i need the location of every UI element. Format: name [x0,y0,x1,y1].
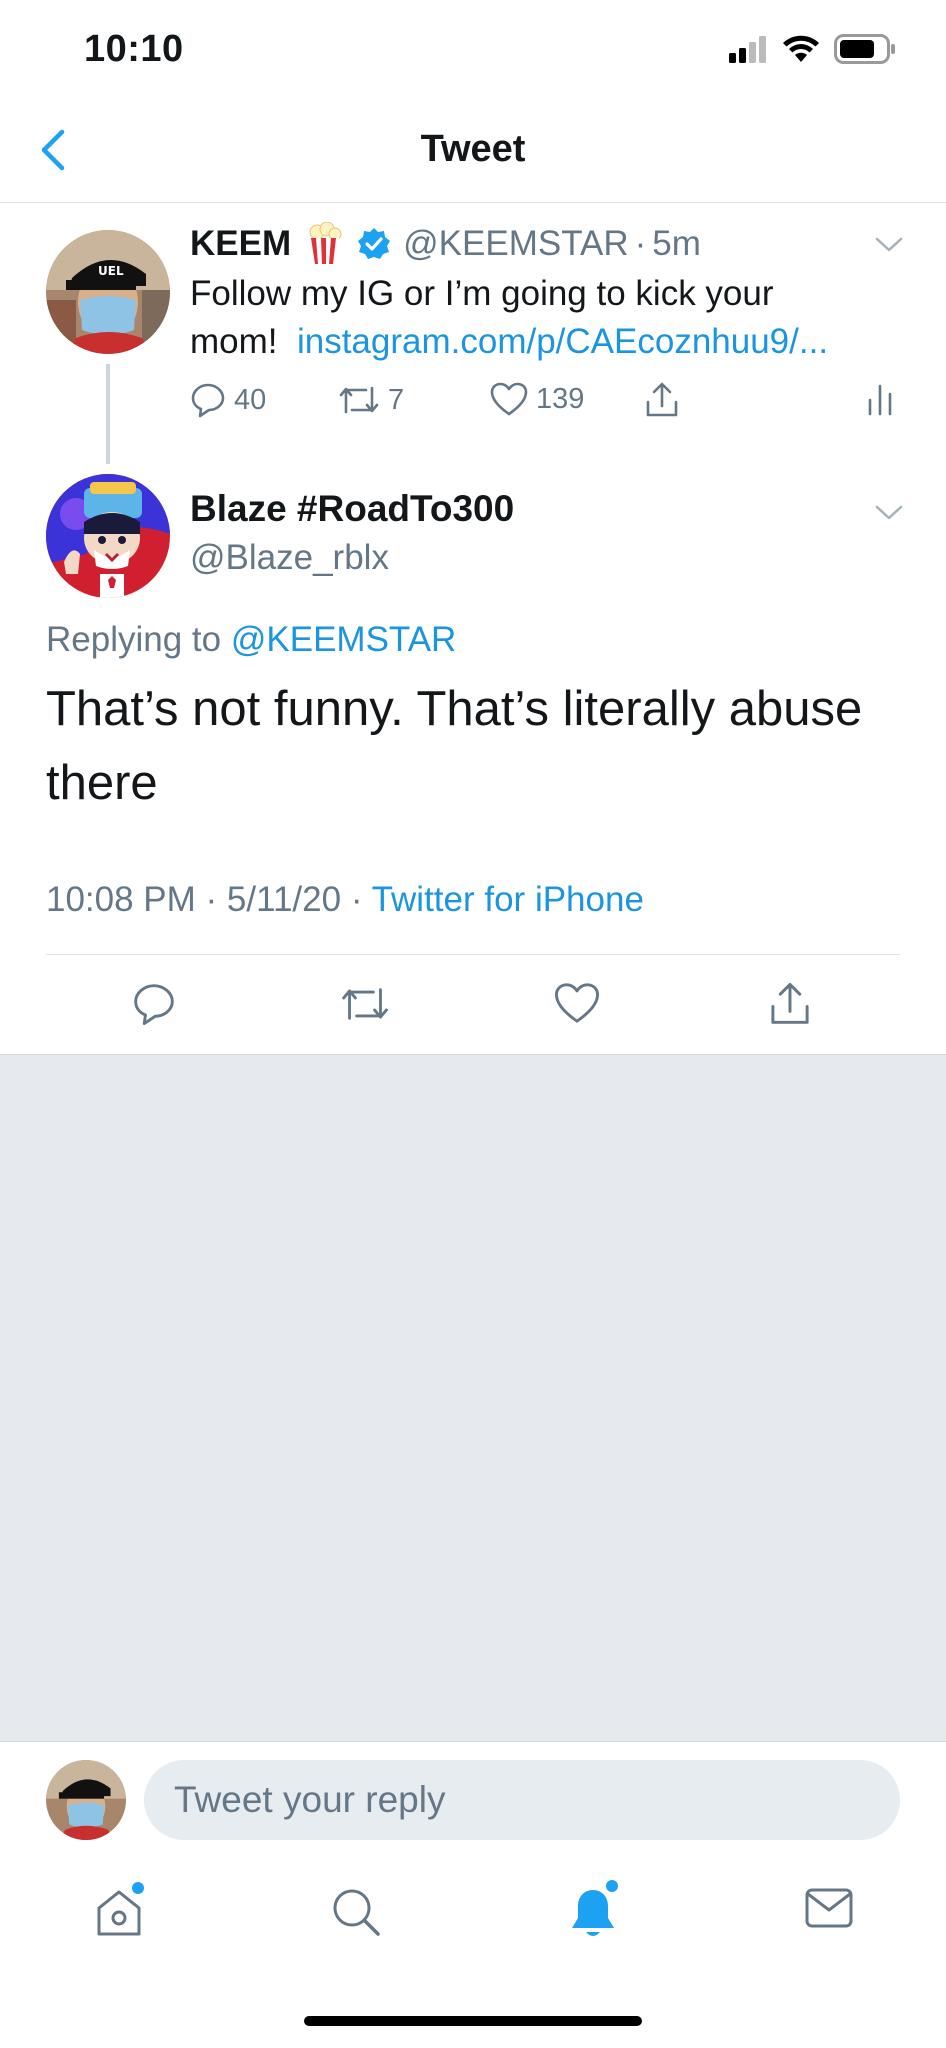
tab-messages[interactable] [804,1886,854,1930]
parent-tweet-menu-button[interactable] [874,236,904,254]
tweet-timestamp: 10:08 PM · 5/11/20 · [46,880,363,919]
home-indicator [304,2016,642,2026]
replying-to-label: Replying to [46,620,222,659]
like-button[interactable]: 139 [490,382,584,416]
like-count: 139 [536,382,585,415]
verified-badge-icon [358,228,391,259]
reply-input-placeholder: Tweet your reply [174,1779,446,1820]
analytics-button[interactable] [866,382,894,416]
like-button[interactable] [554,982,600,1024]
meta-separator: · [634,224,647,263]
notifications-dot [606,1880,618,1892]
retweet-icon [339,386,379,414]
reply-button[interactable]: 40 [190,382,266,418]
parent-tweet-header: KEEM @KEEMSTAR · 5m [190,222,701,266]
share-icon [646,382,678,417]
reply-author-handle[interactable]: @Blaze_rblx [190,538,389,578]
home-icon [97,1890,141,1936]
chevron-down-icon [875,237,903,252]
author-name[interactable]: KEEM [190,224,291,264]
reply-button[interactable] [132,982,176,1026]
tweet-actions [0,960,946,1054]
author-handle[interactable]: @KEEMSTAR [403,224,628,264]
parent-tweet-text: Follow my IG or I’m going to kick your m… [190,270,890,366]
replying-to: Replying to @KEEMSTAR [46,620,456,660]
heart-icon [490,382,528,416]
reply-count: 40 [234,383,267,416]
tab-search[interactable] [330,1886,382,1938]
home-notification-dot [132,1882,144,1894]
popcorn-icon [309,222,342,264]
search-icon [333,1889,380,1936]
notifications-icon [572,1890,614,1936]
share-button[interactable] [644,382,680,418]
reply-input[interactable]: Tweet your reply [144,1760,900,1840]
parent-tweet-actions: 40 7 139 [190,382,910,432]
reply-author-name[interactable]: Blaze #RoadTo300 [190,488,514,530]
keem-avatar[interactable]: UEL [46,230,170,354]
thread-line [106,364,110,464]
blaze-avatar[interactable] [46,474,170,598]
chevron-down-icon [875,505,903,520]
divider [46,954,900,955]
wifi-icon [783,35,819,62]
tweet-meta: 10:08 PM · 5/11/20 · Twitter for iPhone [46,880,644,920]
retweet-icon [342,988,388,1020]
reply-icon [134,984,174,1026]
reply-icon [191,383,225,418]
battery-icon [834,34,895,64]
tweet-time-ago: 5m [652,224,701,263]
retweet-button[interactable]: 7 [338,382,404,418]
empty-replies-area [0,1054,946,1742]
tweet-body: That’s not funny. That’s literally abuse… [46,682,863,810]
messages-icon [805,1888,853,1928]
tab-notifications[interactable] [568,1880,618,1940]
signal-icon [729,36,766,63]
retweet-button[interactable] [340,982,390,1026]
analytics-icon [868,384,892,416]
current-user-avatar[interactable] [46,1760,126,1840]
tweet-link[interactable]: instagram.com/p/CAEcoznhuu9/... [297,322,828,361]
svg-text:UEL: UEL [98,264,124,278]
tweet-source[interactable]: Twitter for iPhone [372,880,644,919]
status-time: 10:10 [84,28,184,70]
status-icons [728,34,896,64]
tab-bar [0,1860,946,1970]
page-title: Tweet [420,128,526,170]
tweet-text-line: Follow my IG or I’m going to kick your [190,274,774,313]
heart-icon [554,983,600,1023]
reply-tweet-menu-button[interactable] [874,504,904,522]
share-button[interactable] [768,982,812,1026]
tab-home[interactable] [94,1882,144,1940]
tweet-text-fragment: mom! [190,322,278,361]
retweet-count: 7 [388,383,405,416]
share-icon [771,982,809,1024]
tweet-text-line: mom! instagram.com/p/CAEcoznhuu9/... [190,318,890,366]
replying-to-handle[interactable]: @KEEMSTAR [231,620,456,659]
